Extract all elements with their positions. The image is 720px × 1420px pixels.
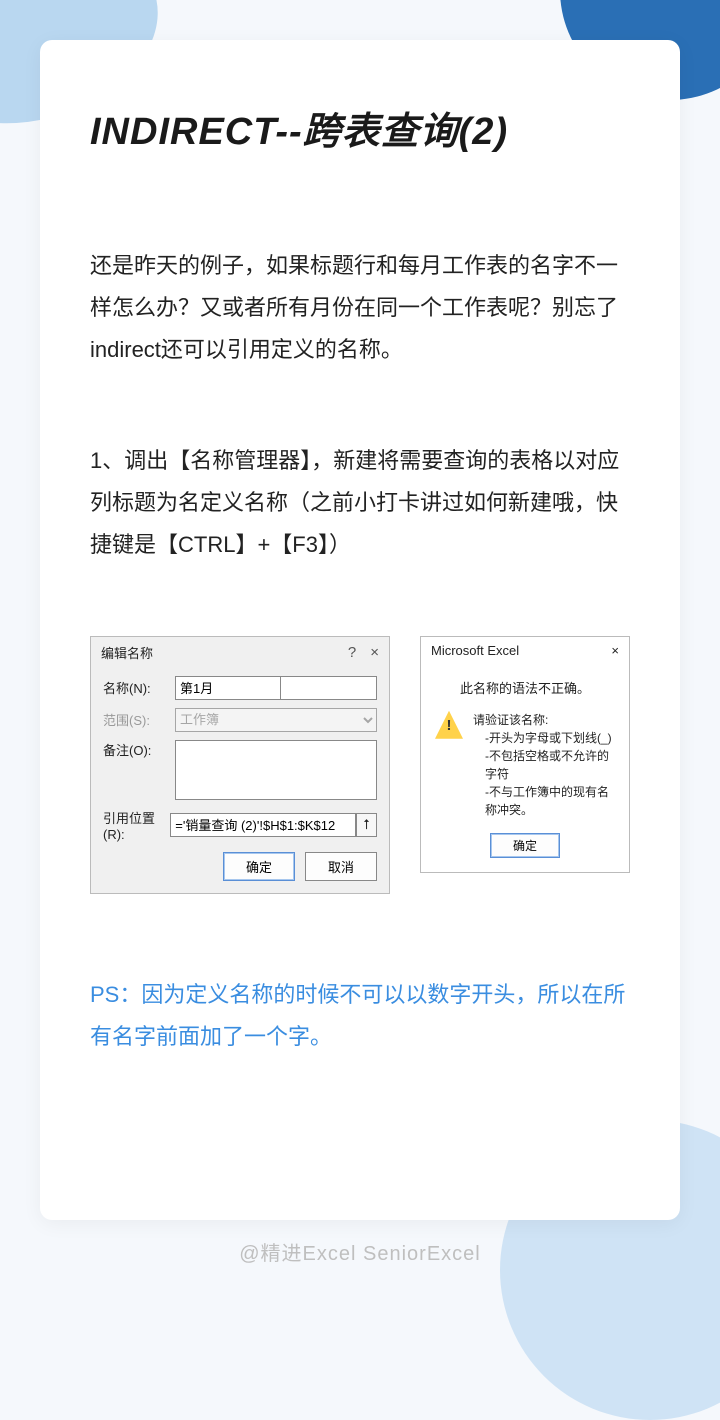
name-input[interactable]	[175, 676, 281, 700]
ref-label: 引用位置(R):	[103, 808, 170, 842]
error-bullet-3: -不与工作簿中的现有名称冲突。	[485, 783, 615, 819]
error-line-verify: 请验证该名称:	[473, 711, 615, 729]
scope-select: 工作簿	[175, 708, 377, 732]
scope-label: 范围(S):	[103, 710, 175, 729]
ref-input[interactable]	[170, 813, 356, 837]
ok-button[interactable]: 确定	[223, 852, 295, 881]
error-titlebar: Microsoft Excel ×	[421, 637, 629, 664]
close-icon[interactable]: ×	[370, 644, 379, 661]
ref-picker-button[interactable]: ⭡	[356, 813, 377, 837]
footer-credit: @精进Excel SeniorExcel	[0, 1237, 720, 1266]
error-headline: 此名称的语法不正确。	[435, 678, 615, 697]
page-title: INDIRECT--跨表查询(2)	[90, 100, 630, 155]
error-bullet-1: -开头为字母或下划线(_)	[485, 729, 615, 747]
edit-name-titlebar: 编辑名称 ? ×	[91, 637, 389, 668]
error-title-text: Microsoft Excel	[431, 643, 519, 658]
error-ok-button[interactable]: 确定	[490, 833, 560, 858]
warning-icon	[435, 711, 463, 739]
close-icon[interactable]: ×	[611, 643, 619, 658]
help-icon[interactable]: ?	[348, 644, 356, 661]
dialog-screenshots: 编辑名称 ? × 名称(N): 范围(S): 工作簿	[90, 636, 630, 894]
cancel-button[interactable]: 取消	[305, 852, 377, 881]
ps-note: PS：因为定义名称的时候不可以以数字开头，所以在所有名字前面加了一个字。	[90, 974, 630, 1058]
content-card: INDIRECT--跨表查询(2) 还是昨天的例子，如果标题行和每月工作表的名字…	[40, 40, 680, 1220]
step-1-text: 1、调出【名称管理器】，新建将需要查询的表格以对应列标题为名定义名称（之前小打卡…	[90, 440, 630, 565]
comment-textarea[interactable]	[175, 740, 377, 800]
edit-name-dialog: 编辑名称 ? × 名称(N): 范围(S): 工作簿	[90, 636, 390, 894]
error-bullet-2: -不包括空格或不允许的字符	[485, 747, 615, 783]
name-input-extension[interactable]	[281, 676, 378, 700]
comment-label: 备注(O):	[103, 740, 175, 759]
error-details: 请验证该名称: -开头为字母或下划线(_) -不包括空格或不允许的字符 -不与工…	[473, 711, 615, 819]
collapse-icon: ⭡	[363, 816, 370, 833]
error-dialog: Microsoft Excel × 此名称的语法不正确。 请验证该名称: -开头…	[420, 636, 630, 873]
name-label: 名称(N):	[103, 678, 175, 697]
edit-name-title-text: 编辑名称	[101, 643, 153, 662]
intro-paragraph: 还是昨天的例子，如果标题行和每月工作表的名字不一样怎么办？又或者所有月份在同一个…	[90, 245, 630, 370]
